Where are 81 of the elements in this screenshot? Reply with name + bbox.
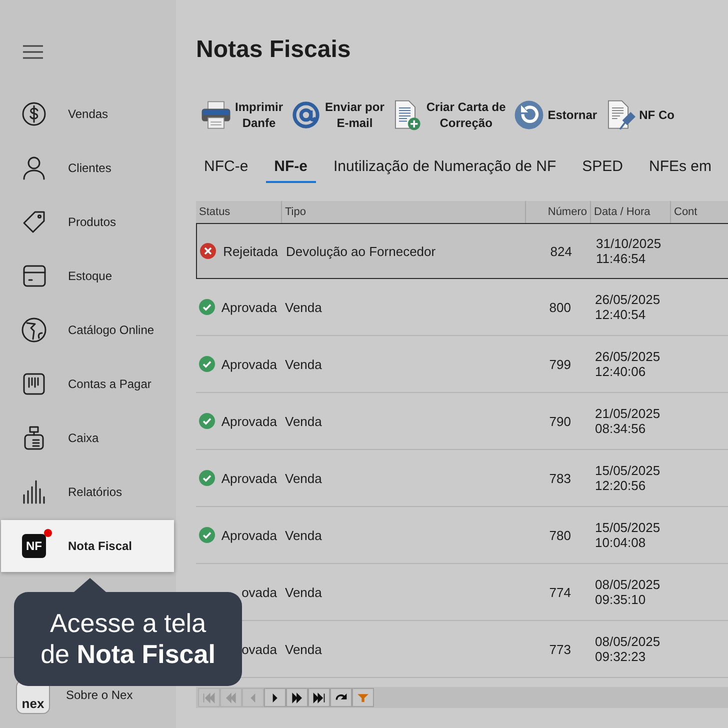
person-icon — [21, 155, 47, 181]
tab[interactable]: NFC-e — [196, 153, 256, 183]
nav-item[interactable]: Contas a Pagar — [1, 357, 174, 411]
check-circle-icon — [199, 470, 215, 486]
status-text: Aprovada — [221, 528, 277, 542]
tooltip-text: Acesse a tela de Nota Fiscal — [40, 608, 216, 670]
pager-button[interactable] — [264, 688, 286, 707]
nf-logo: NF — [22, 534, 46, 558]
table-cell: 780 — [549, 528, 571, 542]
tab[interactable]: NF-e — [266, 153, 316, 183]
table-cell: Venda — [285, 528, 322, 542]
box-icon — [21, 263, 47, 289]
nav-item[interactable]: Produtos — [1, 195, 174, 249]
tab[interactable]: NFEs em — [641, 153, 720, 183]
status-text: ovada — [242, 584, 277, 600]
nav-item[interactable]: Vendas — [1, 87, 174, 141]
nav-item[interactable]: Catálogo Online — [1, 303, 174, 357]
toolbar-button[interactable]: NF Co — [604, 99, 674, 131]
table-cell: Venda — [285, 414, 322, 428]
status-text: Aprovada — [221, 414, 277, 428]
tag-icon — [21, 209, 47, 235]
check-circle-icon — [199, 527, 215, 543]
table-cell: 790 — [549, 414, 571, 428]
table-cell: 773 — [549, 642, 571, 656]
toolbar-button[interactable]: Criar Carta de Correção — [391, 99, 506, 131]
table-cell: 800 — [549, 300, 571, 314]
table-cell: Venda — [285, 356, 322, 372]
table-cell: 799 — [549, 356, 571, 372]
tab[interactable]: Inutilização de Numeração de NF — [326, 153, 564, 183]
status-text: Rejeitada — [223, 244, 278, 258]
dollar-icon — [21, 101, 47, 127]
table-cell: Venda — [285, 584, 322, 600]
pager-button[interactable] — [286, 688, 308, 707]
table-cell: 31/10/2025 11:46:54 — [596, 236, 662, 266]
table-cell: 824 — [550, 244, 572, 258]
table-cell: 15/05/2025 12:20:56 — [595, 463, 660, 493]
nav-item[interactable]: Estoque — [1, 249, 174, 303]
check-circle-icon — [199, 356, 215, 372]
next-page-icon — [290, 690, 304, 704]
barcode-icon — [21, 371, 47, 397]
table-cell: 774 — [549, 584, 571, 600]
chart-icon — [21, 479, 47, 505]
about-link[interactable]: Sobre o Nex — [66, 688, 133, 702]
check-circle-icon — [199, 413, 215, 429]
table-cell: Venda — [285, 470, 322, 486]
status-text: Aprovada — [221, 470, 277, 486]
first-icon — [202, 690, 216, 704]
printer-icon — [200, 99, 232, 131]
table-cell: 26/05/2025 12:40:06 — [595, 349, 660, 379]
toolbar-button[interactable]: Imprimir Danfe — [200, 99, 284, 131]
table-cell: Devolução ao Fornecedor — [286, 244, 436, 258]
toolbar-button[interactable]: Enviar por E-mail — [290, 99, 384, 131]
tab[interactable]: SPED — [574, 153, 631, 183]
table-cell: Venda — [285, 642, 322, 656]
table-cell: Venda — [285, 300, 322, 314]
selected-row[interactable]: Rejeitada Devolução ao Fornecedor 824 31/10/2025 11:46:54 — [196, 223, 728, 279]
pager-button[interactable] — [308, 688, 330, 707]
at-icon — [290, 99, 322, 131]
error-circle-icon — [200, 243, 216, 259]
last-icon — [312, 690, 326, 704]
status-text: ovada — [242, 642, 277, 656]
page-title: Notas Fiscais — [196, 36, 352, 64]
status-text: Aprovada — [221, 300, 277, 314]
nav-item[interactable]: Clientes — [1, 141, 174, 195]
undo-icon — [512, 99, 545, 131]
table-cell: 08/05/2025 09:32:23 — [595, 634, 660, 664]
table-cell: 08/05/2025 09:35:10 — [595, 577, 660, 607]
menu-icon[interactable] — [23, 44, 43, 60]
check-circle-icon — [199, 299, 215, 315]
status-text: Aprovada — [221, 356, 277, 372]
table-cell: 26/05/2025 12:40:54 — [595, 292, 660, 322]
toolbar-button[interactable]: Estornar — [512, 99, 598, 131]
prev-page-icon — [224, 690, 238, 704]
nav-item[interactable]: NF Nota Fiscal — [1, 520, 174, 572]
globe-icon — [21, 317, 47, 343]
table-cell: 783 — [549, 470, 571, 486]
nav-item[interactable]: Relatórios — [1, 465, 174, 519]
table-cell: 21/05/2025 08:34:56 — [595, 406, 660, 436]
pager-button[interactable] — [330, 688, 352, 707]
nav-item[interactable]: Caixa — [1, 411, 174, 465]
table-cell: 15/05/2025 10:04:08 — [595, 520, 660, 550]
